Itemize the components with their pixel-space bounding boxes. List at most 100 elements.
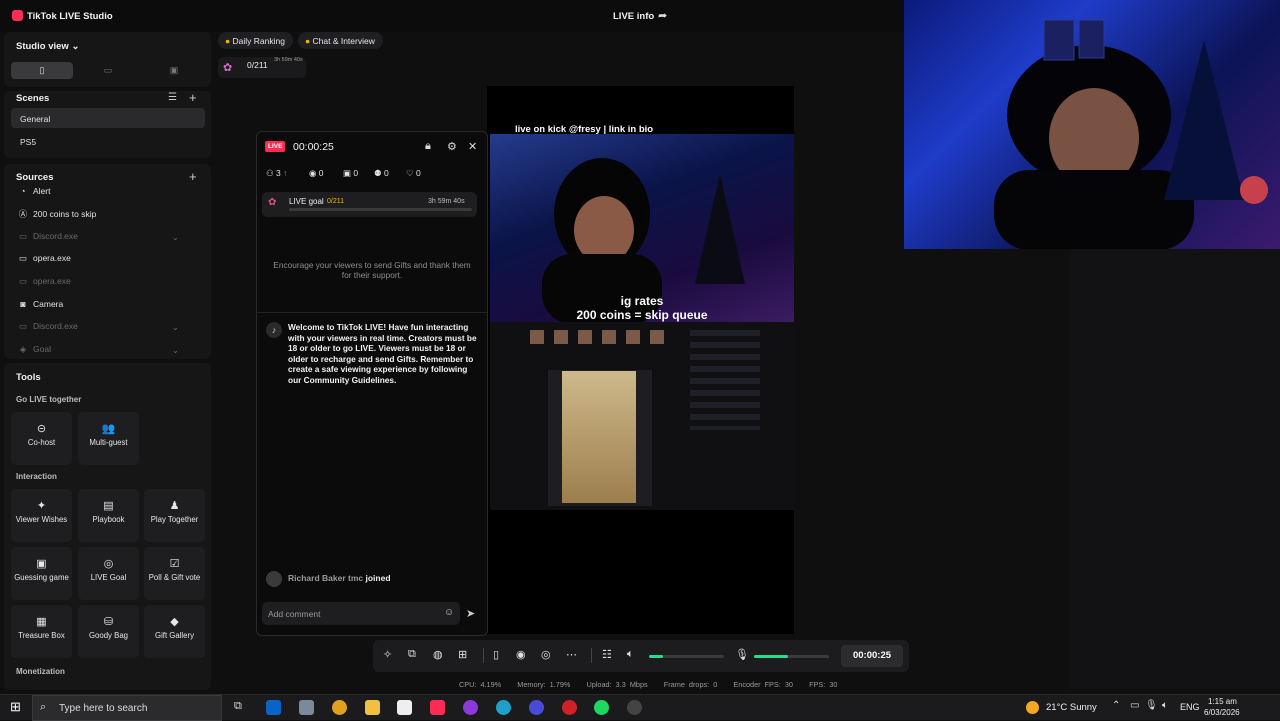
live-goal-button[interactable]: ◎ LIVE Goal <box>78 547 139 600</box>
playbook-button[interactable]: ▤ Playbook <box>78 489 139 542</box>
gift-gallery-button[interactable]: ◆ Gift Gallery <box>144 605 205 658</box>
send-icon[interactable]: ➤ <box>466 607 475 620</box>
add-scene-icon[interactable]: + <box>189 90 197 105</box>
source-item[interactable]: ▭ Discord.exe <box>18 231 78 242</box>
treasure-box-button[interactable]: ▦ Treasure Box <box>11 605 72 658</box>
multiguest-button[interactable]: 👥 Multi-guest <box>78 412 139 465</box>
cpu-stat: CPU: 4.19% <box>459 680 502 689</box>
avatar-row <box>530 330 670 344</box>
scene-item-ps5[interactable]: PS5 <box>11 131 205 151</box>
chevron-down-icon[interactable]: ⌄ <box>172 233 179 242</box>
speaker-volume-slider[interactable] <box>649 655 724 658</box>
multiguest-icon: 👥 <box>101 423 116 435</box>
cohost-icon: ⊝ <box>36 423 47 435</box>
spotify-icon[interactable] <box>594 700 609 715</box>
live-info-label[interactable]: LIVE info <box>613 11 654 22</box>
gifts-count: 0 <box>353 168 359 178</box>
chrome-icon[interactable] <box>332 700 347 715</box>
clock-date[interactable]: 6/03/2026 <box>1204 708 1240 717</box>
source-item[interactable]: ◙ Camera <box>18 299 63 309</box>
taskbar-search-box[interactable]: ⌕ Type here to search <box>32 695 222 721</box>
poll-gift-vote-button[interactable]: ☑ Poll & Gift vote <box>144 547 205 600</box>
daily-ranking-tab[interactable]: ● Daily Ranking <box>218 32 293 49</box>
share-icon[interactable]: ➦ <box>658 9 667 22</box>
likes-stat: ♡ 0 <box>406 168 421 179</box>
chevron-down-icon[interactable]: ⌄ <box>172 323 179 332</box>
chevron-down-icon[interactable]: ⌄ <box>172 346 179 355</box>
emoji-icon[interactable]: ☺ <box>444 607 454 618</box>
weather-sun-icon[interactable] <box>1026 701 1039 714</box>
source-item[interactable]: ▭ opera.exe <box>18 253 71 264</box>
chat-interview-tab[interactable]: ● Chat & Interview <box>298 32 383 49</box>
viewer-wishes-icon: ✦ <box>36 500 47 512</box>
lock-icon[interactable]: 🔒︎ <box>425 140 431 153</box>
opera-icon[interactable] <box>562 700 577 715</box>
more-icon[interactable]: ⋯ <box>566 648 577 661</box>
screen-share-icon[interactable]: ⧉ <box>408 648 416 661</box>
source-item[interactable]: ▭ opera.exe <box>18 276 71 287</box>
outlook-icon[interactable] <box>266 700 281 715</box>
settings-sliders-icon[interactable]: ☷ <box>602 648 612 661</box>
studio-view-title[interactable]: Studio view ⌄ <box>16 41 79 52</box>
live-goal-card[interactable]: ✿ LIVE goal 0/211 3h 59m 40s <box>262 192 477 217</box>
edge-icon[interactable] <box>496 700 511 715</box>
task-view-icon[interactable]: ⧉ <box>234 700 242 713</box>
window-icon: ▭ <box>18 253 28 263</box>
capcut-icon[interactable] <box>397 700 412 715</box>
list-icon[interactable]: ☰ <box>168 92 177 103</box>
likes-count: 0 <box>415 168 421 178</box>
gear-icon[interactable]: ⚙ <box>447 140 457 153</box>
goody-bag-button[interactable]: ⛁ Goody Bag <box>78 605 139 658</box>
language-indicator[interactable]: ENG <box>1180 702 1200 712</box>
close-icon[interactable]: ✕ <box>468 140 477 153</box>
cohost-button[interactable]: ⊝ Co-host <box>11 412 72 465</box>
join-message: Richard Baker tmc joined <box>288 573 391 583</box>
file-explorer-icon[interactable] <box>365 700 380 715</box>
chat-icon: ● <box>305 36 313 46</box>
suggested-list <box>690 330 760 430</box>
weather-text[interactable]: 21°C Sunny <box>1046 702 1097 713</box>
divider <box>591 648 592 663</box>
discord-icon[interactable] <box>529 700 544 715</box>
chevron-up-icon[interactable]: ⌃ <box>1112 700 1120 711</box>
divider <box>483 648 484 663</box>
add-source-icon[interactable]: + <box>189 169 197 184</box>
encoder-fps-stat: Encoder FPS: 30 <box>733 680 793 689</box>
record-icon[interactable]: ◉ <box>516 648 526 661</box>
magic-wand-icon[interactable]: ✧ <box>383 648 392 661</box>
windows-start-icon[interactable]: ⊞ <box>10 699 21 715</box>
arrow-up-icon: ↑ <box>283 168 288 178</box>
app-icon[interactable] <box>463 700 478 715</box>
camera-switch-icon[interactable]: ◎ <box>541 648 551 661</box>
network-icon[interactable]: ▭ <box>1130 700 1139 711</box>
phone-icon[interactable]: ▯ <box>493 648 499 661</box>
speaker-icon[interactable]: 🔈︎ <box>627 648 634 661</box>
overlay-line-1: ig rates <box>620 294 664 308</box>
microphone-icon[interactable]: 🎙︎ <box>735 648 749 661</box>
source-item[interactable]: ▭ Discord.exe <box>18 321 78 332</box>
join-username[interactable]: Richard Baker tmc <box>288 573 363 583</box>
tiktok-logo-icon <box>12 10 23 21</box>
microphone-icon[interactable]: 🎙︎ <box>1145 700 1158 711</box>
mic-volume-slider[interactable] <box>754 655 829 658</box>
guessing-game-button[interactable]: ▣ Guessing game <box>11 547 72 600</box>
scene-item-general[interactable]: General <box>11 108 205 128</box>
portrait-view-tab[interactable]: ▯ <box>11 62 73 79</box>
comment-input[interactable]: Add comment ☺ <box>262 602 460 625</box>
live-goal-label: LIVE goal <box>289 197 324 206</box>
source-item[interactable]: ◈ Goal <box>18 344 51 355</box>
play-together-button[interactable]: ♟ Play Together <box>144 489 205 542</box>
source-item[interactable]: ◔ Alert <box>18 186 50 196</box>
landscape-view-tab[interactable]: ▭ <box>77 62 139 79</box>
effects-icon[interactable]: ◍ <box>433 648 443 661</box>
goal-mini-widget[interactable]: ✿ 0/211 3h 59m 40s <box>218 57 306 78</box>
dual-view-tab[interactable]: ▣ <box>143 62 205 79</box>
clock-time[interactable]: 1:15 am <box>1208 697 1237 706</box>
viewer-wishes-button[interactable]: ✦ Viewer Wishes <box>11 489 72 542</box>
source-item[interactable]: Ⓐ 200 coins to skip <box>18 208 97 220</box>
add-media-icon[interactable]: ⊞ <box>458 648 467 661</box>
tiktok-icon[interactable] <box>430 700 445 715</box>
volume-icon[interactable]: 🔈︎ <box>1162 700 1168 711</box>
app-icon[interactable] <box>299 700 314 715</box>
obs-icon[interactable] <box>627 700 642 715</box>
